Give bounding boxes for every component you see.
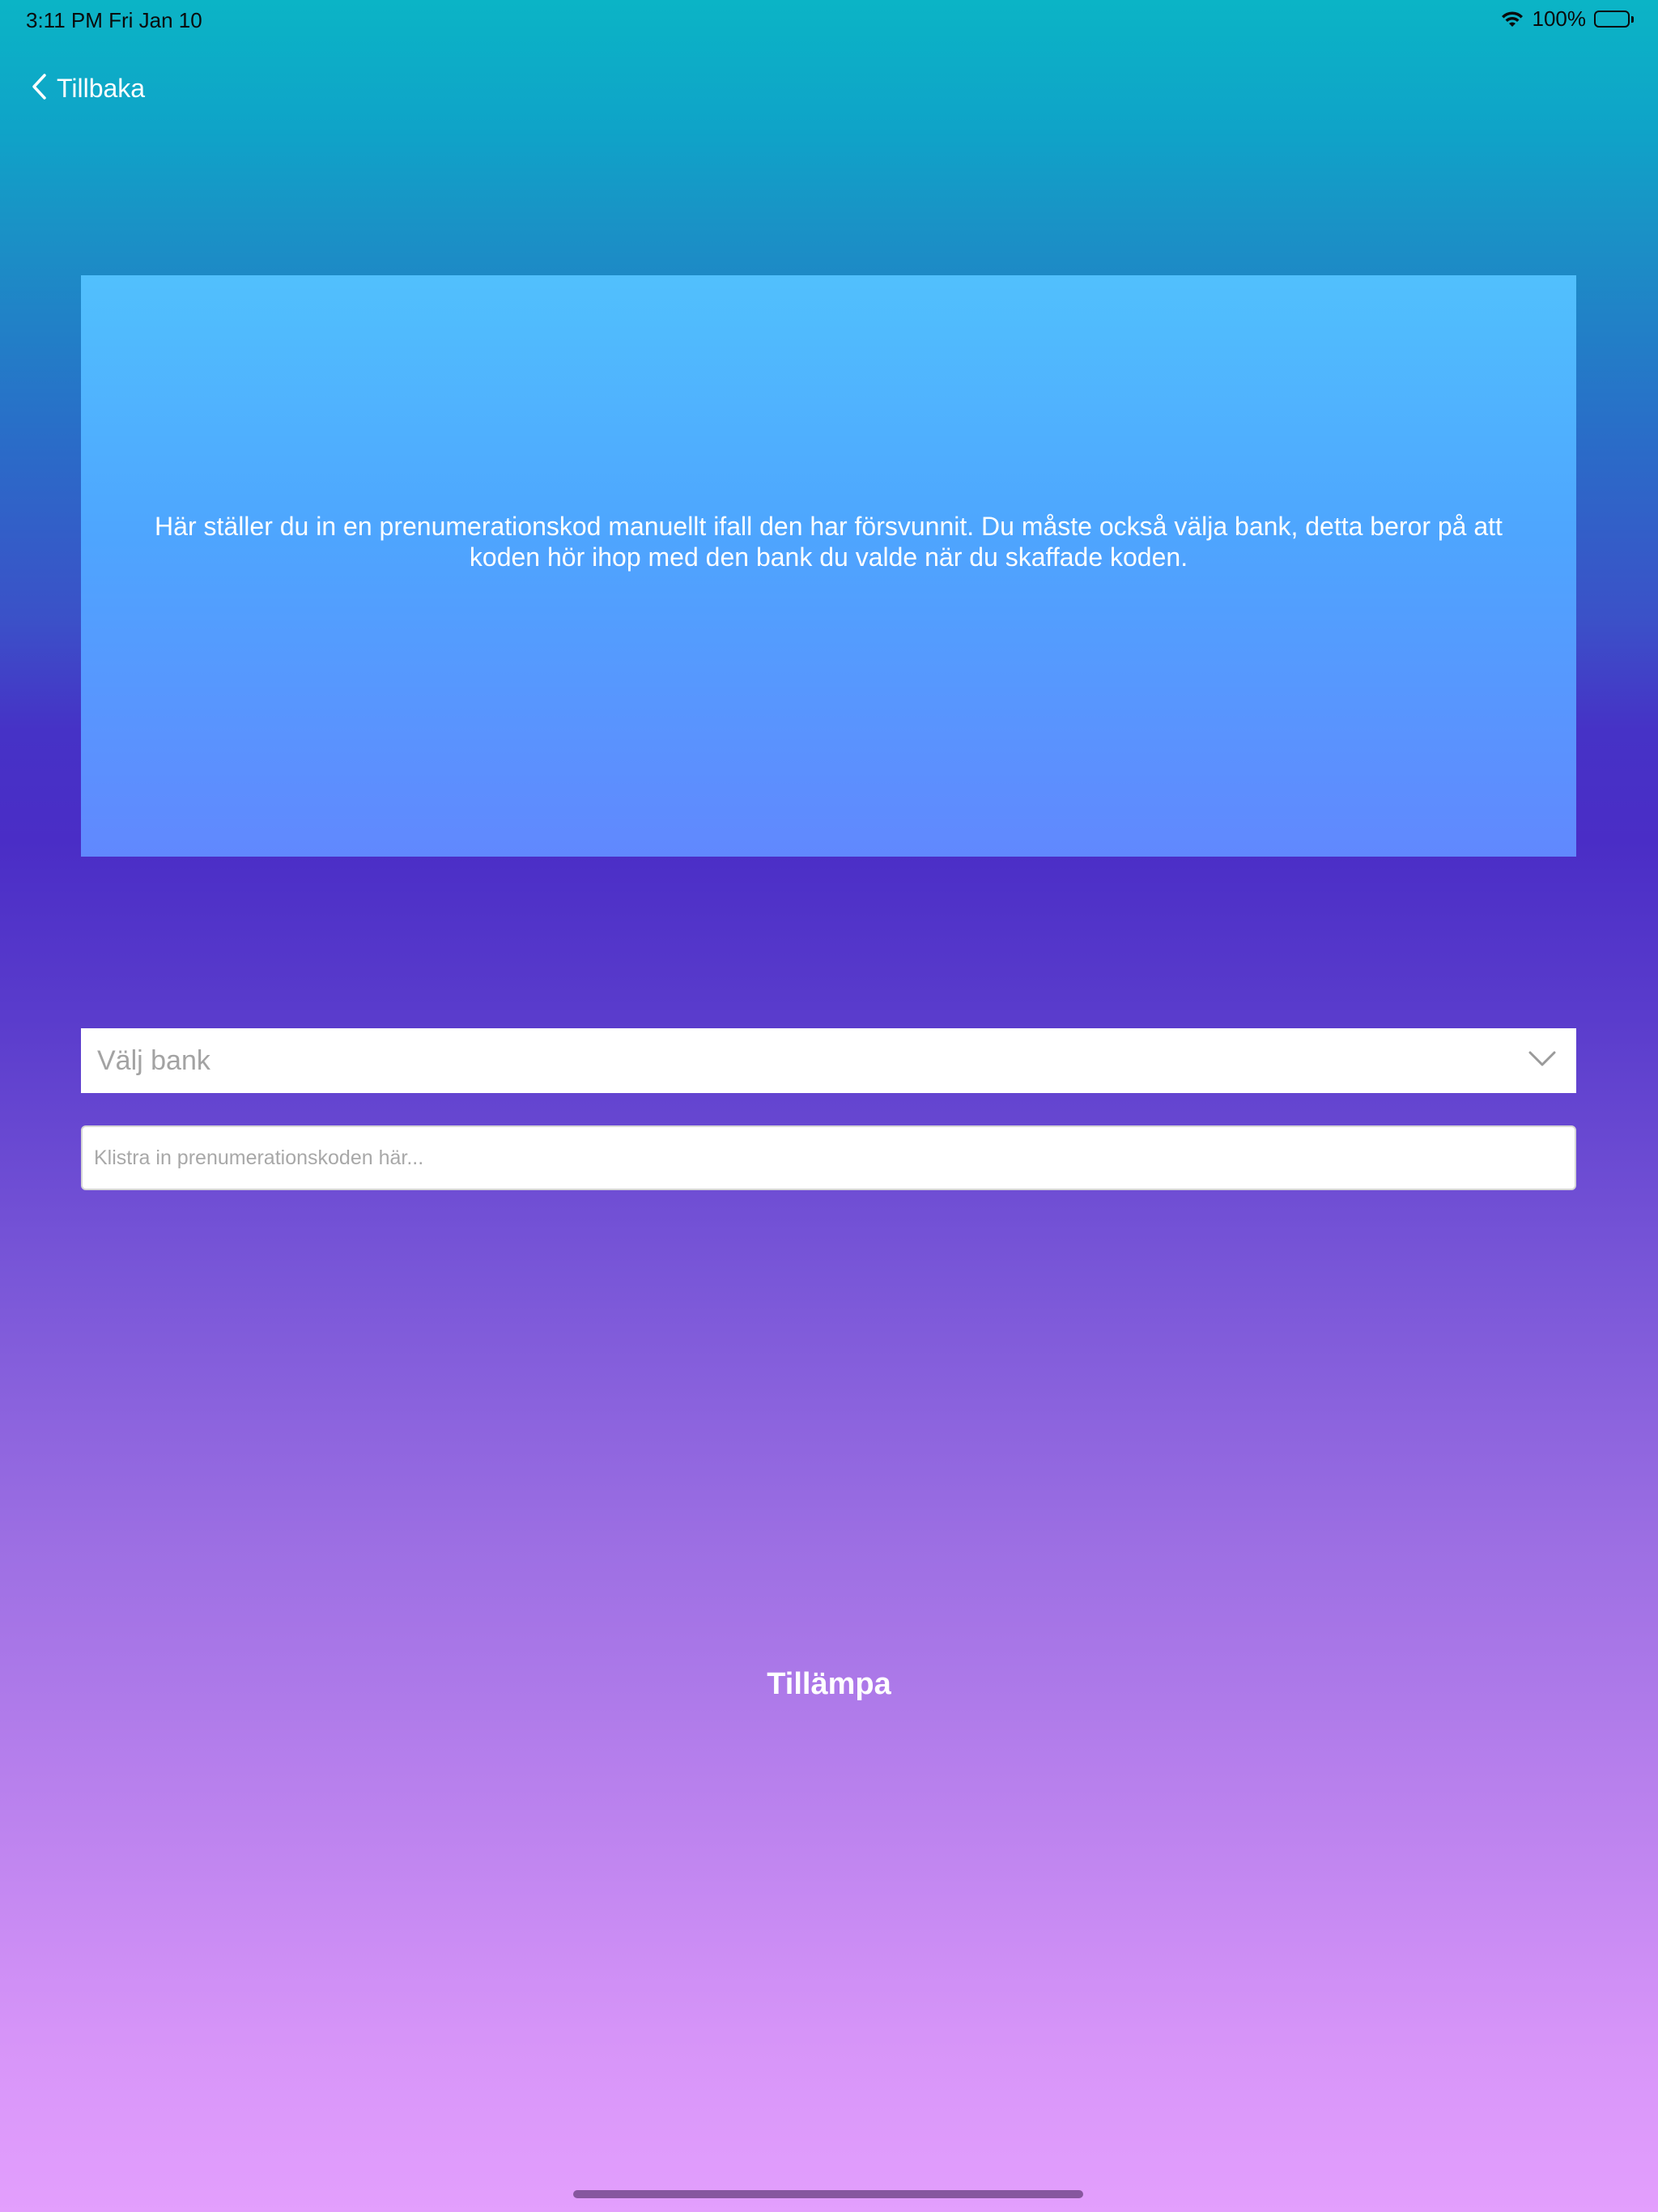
home-indicator[interactable]	[573, 2190, 1083, 2198]
status-bar: 3:11 PM Fri Jan 10 100%	[0, 0, 1658, 39]
info-panel: Här ställer du in en prenumerationskod m…	[81, 275, 1576, 857]
back-label: Tillbaka	[57, 73, 146, 103]
status-time-date: 3:11 PM Fri Jan 10	[26, 8, 202, 32]
bank-select-placeholder: Välj bank	[97, 1044, 210, 1076]
battery-percent: 100%	[1532, 6, 1587, 31]
subscription-code-input[interactable]	[81, 1125, 1576, 1190]
chevron-down-icon	[1528, 1050, 1557, 1072]
bank-select[interactable]: Välj bank	[81, 1028, 1576, 1093]
apply-button[interactable]: Tillämpa	[667, 1660, 991, 1708]
info-text: Här ställer du in en prenumerationskod m…	[155, 512, 1503, 572]
chevron-left-icon	[31, 73, 49, 104]
wifi-icon	[1500, 10, 1524, 29]
status-indicators: 100%	[1500, 6, 1634, 32]
battery-icon	[1594, 11, 1634, 28]
back-button[interactable]: Tillbaka	[31, 68, 145, 108]
